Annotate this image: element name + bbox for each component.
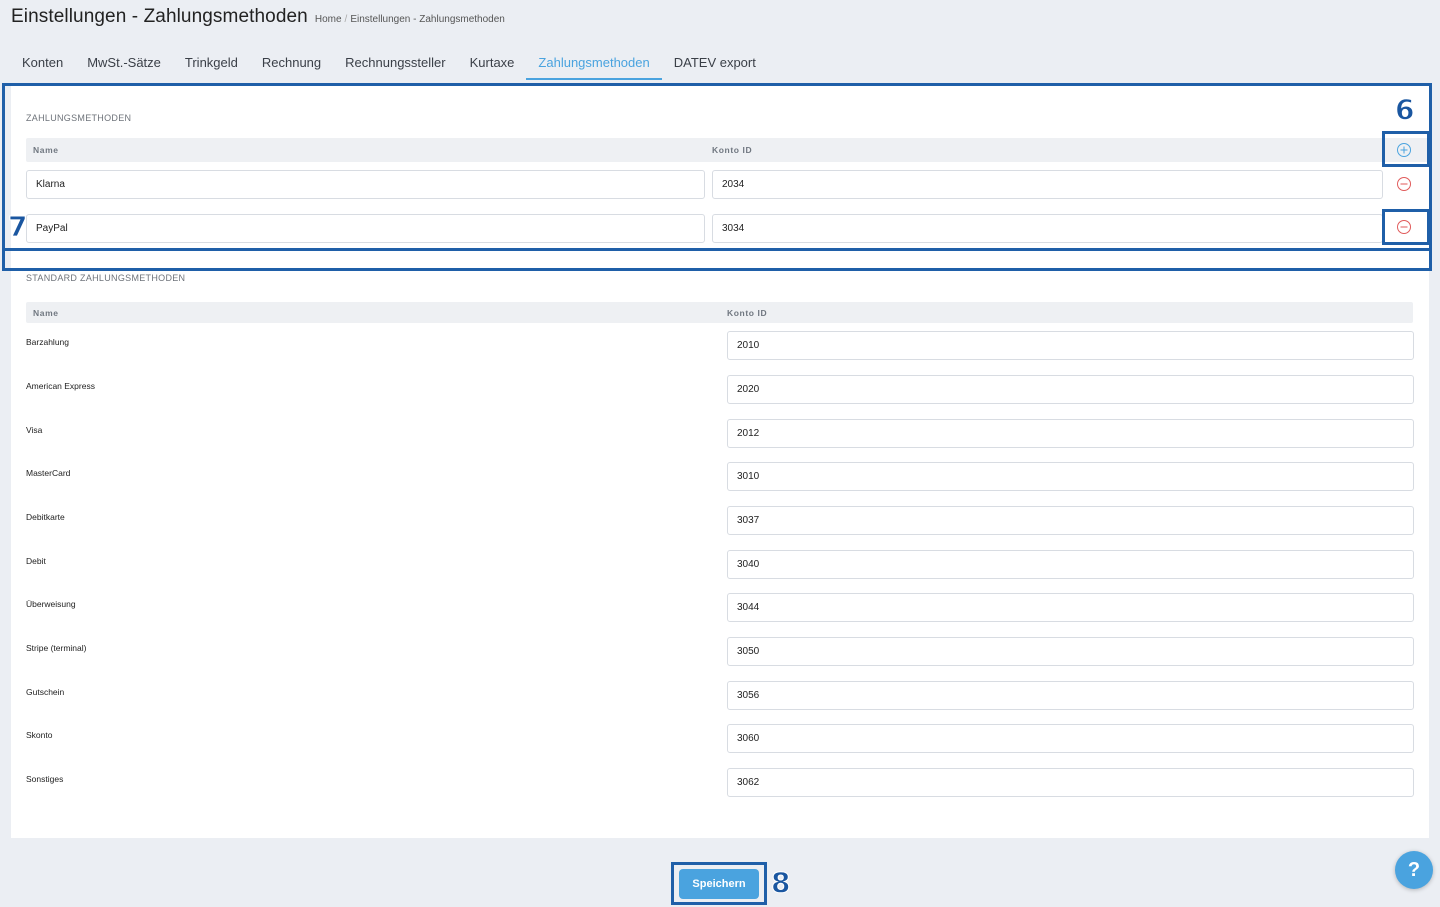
breadcrumb: Home / Einstellungen - Zahlungsmethoden <box>315 14 505 25</box>
payment-method-konto-input[interactable]: 3034 <box>712 214 1383 243</box>
tab-mwst-saetze[interactable]: MwSt.-Sätze <box>75 48 173 80</box>
standard-method-konto-input[interactable]: 3044 <box>727 593 1414 622</box>
standard-method-konto-input[interactable]: 3037 <box>727 506 1414 535</box>
standard-method-name: Visa <box>26 425 43 435</box>
column-header-name: Name <box>33 145 59 155</box>
standard-methods-section-title: STANDARD ZAHLUNGSMETHODEN <box>26 273 186 283</box>
standard-method-konto-input[interactable]: 2010 <box>727 331 1414 360</box>
settings-tabs: Konten MwSt.-Sätze Trinkgeld Rechnung Re… <box>10 48 768 80</box>
remove-payment-method-button[interactable] <box>1396 219 1412 235</box>
tab-rechnungssteller[interactable]: Rechnungssteller <box>333 48 457 80</box>
help-button[interactable]: ? <box>1395 851 1433 889</box>
tab-konten[interactable]: Konten <box>10 48 75 80</box>
standard-method-name: MasterCard <box>26 468 71 478</box>
minus-circle-icon <box>1397 220 1411 234</box>
standard-method-name: Sonstiges <box>26 774 64 784</box>
plus-circle-icon <box>1397 143 1411 157</box>
settings-panel: ZAHLUNGSMETHODEN Name Konto ID Klarna 20… <box>11 84 1429 838</box>
breadcrumb-home[interactable]: Home <box>315 14 342 25</box>
standard-method-konto-input[interactable]: 3062 <box>727 768 1414 797</box>
payment-method-name-input[interactable]: Klarna <box>26 170 705 199</box>
standard-method-konto-input[interactable]: 3060 <box>727 724 1414 753</box>
breadcrumb-separator: / <box>344 14 348 25</box>
add-payment-method-button[interactable] <box>1396 142 1412 158</box>
standard-method-konto-input[interactable]: 3010 <box>727 462 1414 491</box>
standard-method-name: Debit <box>26 556 46 566</box>
remove-payment-method-button[interactable] <box>1396 176 1412 192</box>
annotation-marker-7: 7 <box>7 210 28 244</box>
payment-method-name-input[interactable]: PayPal <box>26 214 705 243</box>
column-header-konto-id: Konto ID <box>712 145 753 155</box>
standard-method-name: Gutschein <box>26 687 65 697</box>
annotation-marker-6: 6 <box>1394 93 1415 127</box>
standard-method-name: Barzahlung <box>26 337 70 347</box>
standard-method-name: Überweisung <box>26 599 76 609</box>
tab-zahlungsmethoden[interactable]: Zahlungsmethoden <box>526 48 662 80</box>
standard-methods-table-header: Name Konto ID <box>26 302 1413 323</box>
page-title: Einstellungen - Zahlungsmethoden <box>11 6 308 27</box>
tab-trinkgeld[interactable]: Trinkgeld <box>173 48 250 80</box>
tab-rechnung[interactable]: Rechnung <box>250 48 333 80</box>
standard-method-konto-input[interactable]: 2020 <box>727 375 1414 404</box>
standard-method-konto-input[interactable]: 2012 <box>727 419 1414 448</box>
payment-method-konto-input[interactable]: 2034 <box>712 170 1383 199</box>
standard-method-name: Stripe (terminal) <box>26 643 87 653</box>
minus-circle-icon <box>1397 177 1411 191</box>
standard-method-name: American Express <box>26 381 95 391</box>
payment-methods-section-title: ZAHLUNGSMETHODEN <box>26 113 132 123</box>
annotation-marker-8: 8 <box>770 866 791 900</box>
standard-method-name: Skonto <box>26 730 53 740</box>
save-button[interactable]: Speichern <box>679 869 759 899</box>
standard-method-konto-input[interactable]: 3056 <box>727 681 1414 710</box>
standard-method-konto-input[interactable]: 3050 <box>727 637 1414 666</box>
page-header: Einstellungen - Zahlungsmethoden Home / Ei… <box>11 6 505 28</box>
column-header-konto-id: Konto ID <box>727 308 768 318</box>
column-header-name: Name <box>33 308 59 318</box>
breadcrumb-current: Einstellungen - Zahlungsmethoden <box>350 14 505 25</box>
tab-datev-export[interactable]: DATEV export <box>662 48 768 80</box>
payment-methods-table-header: Name Konto ID <box>26 138 1429 162</box>
standard-method-konto-input[interactable]: 3040 <box>727 550 1414 579</box>
tab-kurtaxe[interactable]: Kurtaxe <box>458 48 527 80</box>
standard-method-name: Debitkarte <box>26 512 65 522</box>
